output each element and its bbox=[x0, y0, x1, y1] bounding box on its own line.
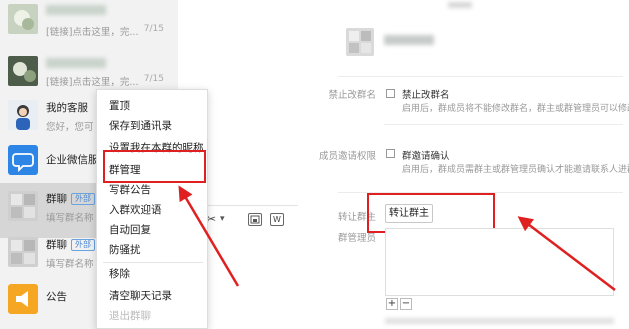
chat-name-text: 群聊 bbox=[46, 239, 67, 251]
chat-preview: [链接]点击这里，完... bbox=[46, 27, 139, 38]
group-avatar bbox=[346, 28, 374, 56]
chat-preview: 填写群名称 bbox=[46, 259, 94, 270]
highlight-box bbox=[367, 193, 495, 233]
chat-name: 群聊 外部 bbox=[46, 237, 95, 252]
context-menu: 置顶 保存到通讯录 设置我在本群的昵称 群管理 写群公告 入群欢迎语 自动回复 … bbox=[96, 89, 208, 329]
external-tag: 外部 bbox=[71, 239, 95, 251]
setting-label-invite: 成员邀请权限 bbox=[318, 151, 376, 162]
external-tag: 外部 bbox=[71, 193, 95, 205]
admins-list[interactable] bbox=[385, 228, 614, 296]
chat-name: 群聊 外部 bbox=[46, 191, 95, 206]
rename-option-title: 禁止改群名 bbox=[402, 90, 450, 101]
menu-item-clear-history[interactable]: 清空聊天记录 bbox=[97, 286, 209, 306]
invite-option-title: 群邀请确认 bbox=[402, 151, 450, 162]
menu-item-quit-group[interactable]: 退出群聊 bbox=[97, 306, 209, 326]
blurred-chat-name bbox=[46, 58, 106, 68]
divider bbox=[384, 124, 623, 125]
menu-item-save-contacts[interactable]: 保存到通讯录 bbox=[97, 116, 209, 136]
invite-option-desc: 启用后，群成员需群主或群管理员确认才能邀请联系人进群 bbox=[402, 165, 629, 175]
chat-name: 我的客服 bbox=[46, 102, 88, 114]
chevron-down-icon[interactable]: ▾ bbox=[220, 214, 225, 224]
menu-item-auto-reply[interactable]: 自动回复 bbox=[97, 220, 209, 240]
left-screenshot: [链接]点击这里，完... 7/15 [链接]点击这里，完... 7/15 我的… bbox=[0, 0, 298, 329]
add-admin-button[interactable]: + bbox=[386, 298, 398, 310]
invite-checkbox[interactable] bbox=[386, 149, 395, 158]
group-avatar bbox=[8, 191, 38, 221]
blurred-footer-text bbox=[385, 318, 614, 324]
chat-time: 7/15 bbox=[143, 24, 164, 34]
chat-preview: 填写群名称 bbox=[46, 213, 94, 224]
right-screenshot: 禁止改群名 禁止改群名 启用后，群成员将不能修改群名，群主或群管理员可以修改 成… bbox=[318, 0, 629, 329]
menu-separator bbox=[103, 262, 203, 263]
chat-time: 7/15 bbox=[143, 74, 164, 84]
flower-photo-avatar bbox=[8, 4, 38, 34]
blurred-chat-name bbox=[46, 5, 106, 15]
menu-item-remove[interactable]: 移除 bbox=[97, 264, 209, 284]
blurred-group-name bbox=[384, 35, 434, 45]
chat-preview: [链接]点击这里，完... bbox=[46, 77, 139, 88]
rename-option-desc: 启用后，群成员将不能修改群名，群主或群管理员可以修改 bbox=[402, 104, 629, 114]
menu-item-pin[interactable]: 置顶 bbox=[97, 96, 209, 116]
group-avatar bbox=[8, 237, 38, 267]
word-icon[interactable]: W bbox=[270, 213, 284, 226]
setting-label-admins: 群管理员 bbox=[337, 233, 376, 244]
divider bbox=[338, 76, 623, 77]
customer-service-avatar bbox=[8, 100, 38, 130]
chat-name: 公告 bbox=[46, 291, 67, 303]
menu-item-anti-harass[interactable]: 防骚扰 bbox=[97, 240, 209, 260]
image-icon[interactable] bbox=[248, 213, 262, 226]
chat-preview: 您好，您可 bbox=[46, 122, 94, 133]
rename-checkbox[interactable] bbox=[386, 89, 395, 98]
menu-item-announcement[interactable]: 写群公告 bbox=[97, 180, 209, 200]
chat-name-text: 群聊 bbox=[46, 193, 67, 205]
setting-label-rename: 禁止改群名 bbox=[328, 90, 376, 101]
highlight-box bbox=[103, 150, 206, 183]
menu-item-welcome-msg[interactable]: 入群欢迎语 bbox=[97, 200, 209, 220]
chat-name: 企业微信服 bbox=[46, 154, 99, 166]
announcement-avatar bbox=[8, 284, 38, 314]
chat-bubble-avatar bbox=[8, 145, 38, 175]
blurred-title bbox=[448, 2, 472, 8]
remove-admin-button[interactable]: − bbox=[400, 298, 412, 310]
flower-photo-avatar bbox=[8, 56, 38, 86]
